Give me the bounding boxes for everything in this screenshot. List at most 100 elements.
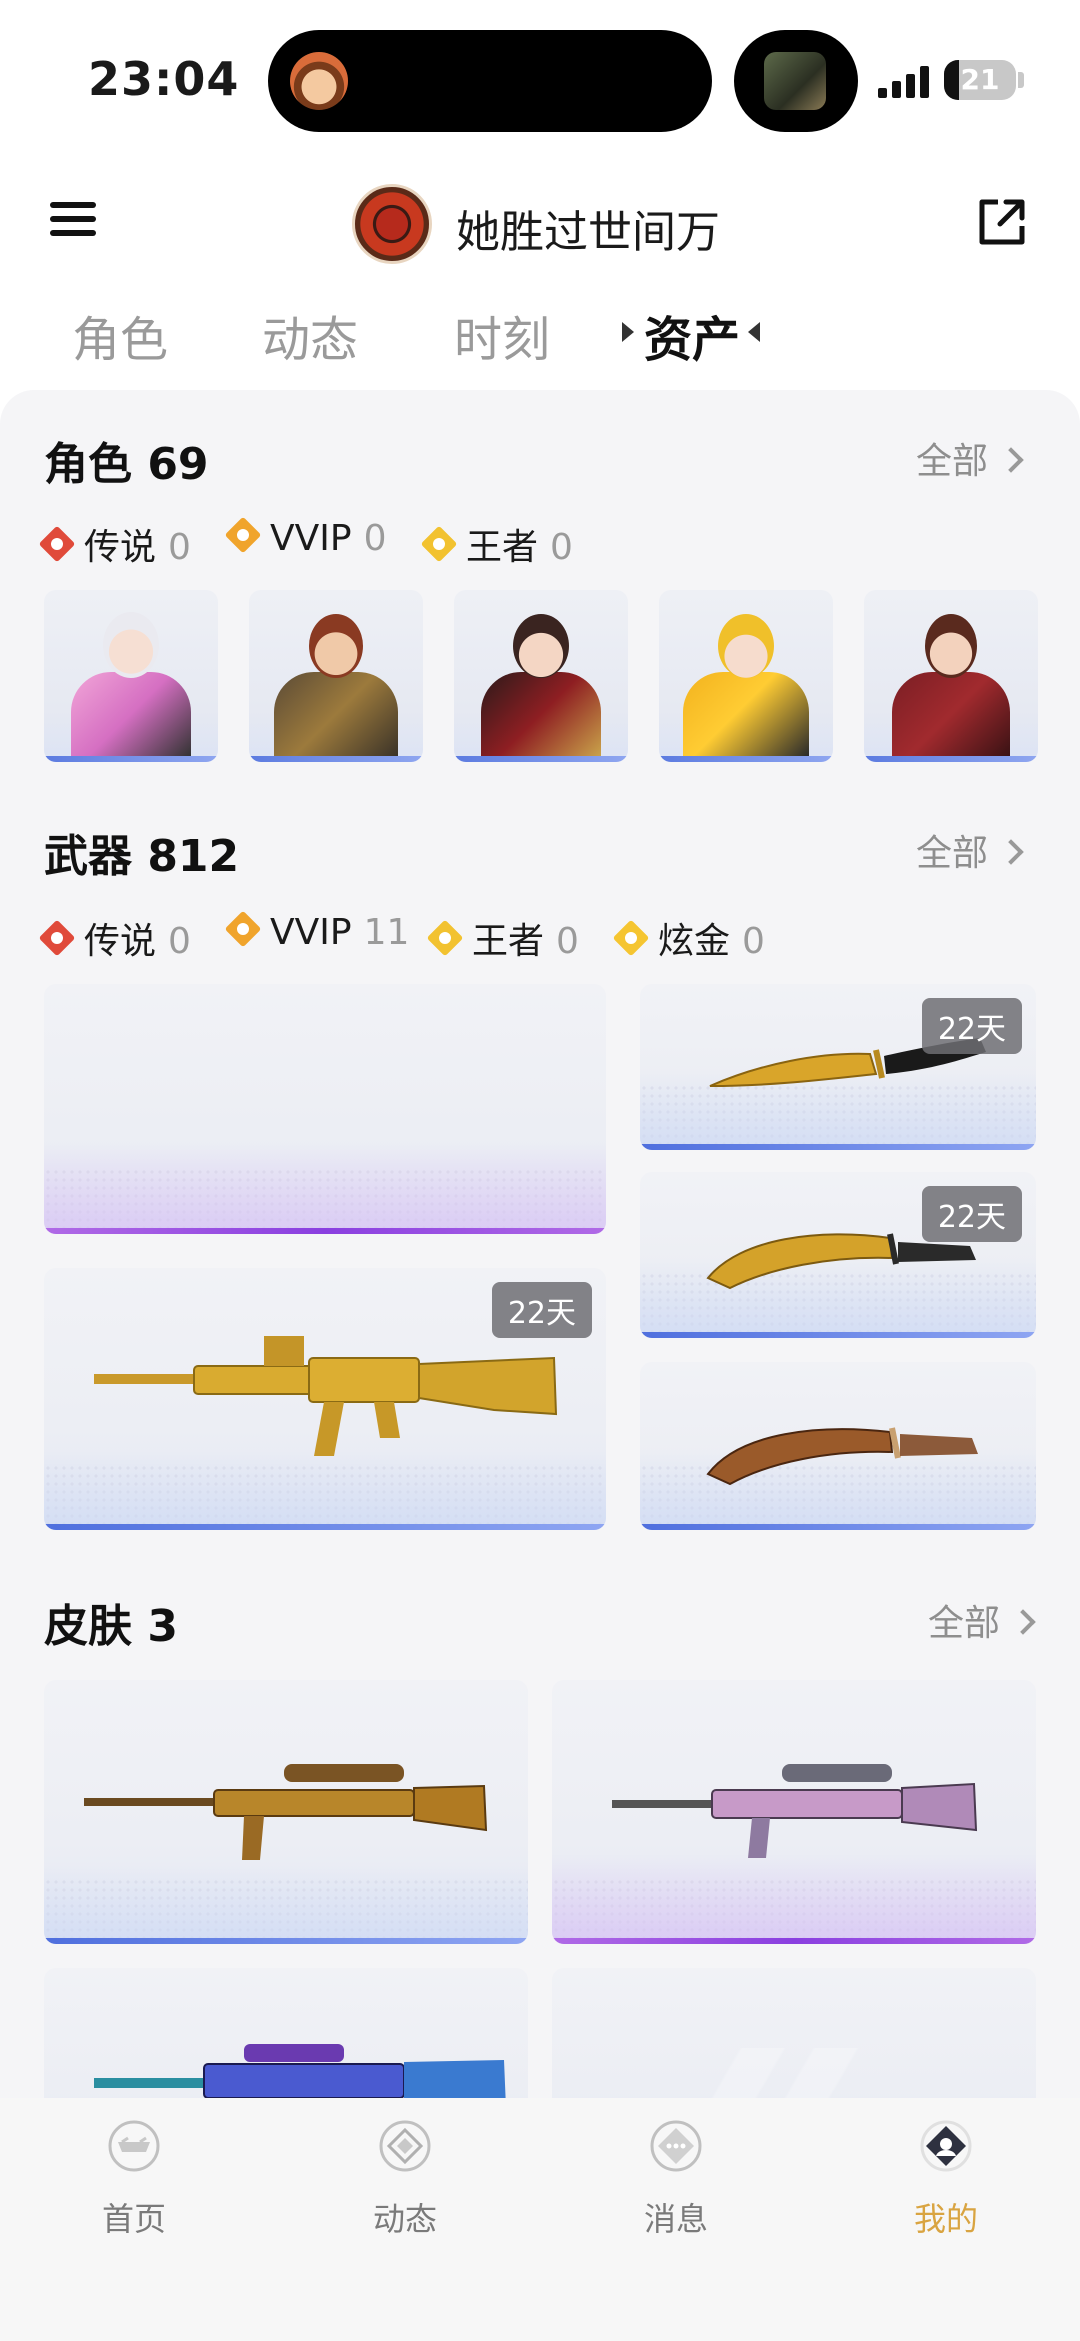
skin-card[interactable]	[44, 1968, 528, 2100]
character-portrait	[466, 606, 616, 756]
tab-indicator-left-icon	[622, 322, 634, 342]
character-card[interactable]	[864, 590, 1038, 762]
rarity-bar	[44, 1524, 606, 1530]
brand-watermark	[652, 2048, 892, 2100]
character-card[interactable]	[44, 590, 218, 762]
weapon-card-kukri[interactable]: 22天	[640, 1172, 1036, 1338]
weapon-card-knife[interactable]: 22天	[640, 984, 1036, 1150]
gold-sniper-image	[84, 1764, 488, 1860]
character-portrait	[56, 606, 206, 756]
signal-icon	[878, 62, 932, 98]
rarity-name: 王者	[472, 921, 545, 962]
rarity-bar	[659, 756, 833, 762]
chevron-right-icon	[1010, 1609, 1036, 1635]
character-card[interactable]	[454, 590, 628, 762]
weapon-card-bronze-kukri[interactable]	[640, 1362, 1036, 1530]
nav-label: 动态	[372, 2200, 437, 2238]
tab-feed[interactable]: 动态	[262, 300, 358, 370]
battery-tip	[1018, 72, 1024, 88]
skins-all-label: 全部	[928, 1603, 1001, 1644]
rarity-bar	[640, 1332, 1036, 1338]
skin-card[interactable]	[552, 1680, 1036, 1944]
tab-assets[interactable]: 资产	[644, 300, 740, 370]
message-icon	[650, 2120, 702, 2172]
weapon-card-empty[interactable]	[44, 984, 606, 1234]
rarity-name: 炫金	[658, 921, 731, 962]
expiry-badge: 22天	[491, 1282, 592, 1338]
rarity-bar	[454, 756, 628, 762]
chevron-right-icon	[998, 447, 1024, 473]
expiry-badge: 22天	[921, 998, 1022, 1054]
skins-title: 皮肤 3	[44, 1601, 178, 1652]
status-bar: 23:04 21	[0, 0, 1080, 160]
skin-card-placeholder[interactable]	[552, 1968, 1036, 2100]
pink-sniper-image	[612, 1764, 978, 1858]
character-portrait	[876, 606, 1026, 756]
rarity-legend[interactable]: 传说 0	[38, 518, 191, 570]
skin-card[interactable]	[44, 1680, 528, 1944]
nav-label: 首页	[101, 2200, 166, 2238]
rarity-king[interactable]: 王者 0	[426, 912, 579, 964]
vvip-gem-icon	[224, 910, 262, 948]
vvip-gem-icon	[224, 516, 262, 554]
rarity-bar	[864, 756, 1038, 762]
dynamic-island[interactable]	[268, 30, 712, 132]
profile-tabs: 角色 动态 时刻 资产	[0, 300, 1080, 372]
character-card[interactable]	[249, 590, 423, 762]
bottom-nav: 首页 动态 消息 我的	[0, 2098, 1080, 2341]
menu-icon[interactable]	[50, 198, 100, 240]
bronze-kukri-image	[706, 1427, 978, 1486]
home-icon	[108, 2120, 160, 2172]
nav-label: 消息	[643, 2200, 708, 2238]
feed-icon	[379, 2120, 431, 2172]
rarity-bar	[640, 1524, 1036, 1530]
rarity-count: 11	[363, 912, 410, 953]
nav-feed[interactable]: 动态	[305, 2118, 505, 2240]
tab-characters[interactable]: 角色	[72, 300, 168, 370]
rarity-count: 0	[168, 921, 191, 962]
legend-gem-icon	[38, 919, 76, 957]
rarity-name: 王者	[466, 527, 539, 568]
profile-name: 她胜过世间万	[456, 207, 720, 258]
nav-profile[interactable]: 我的	[846, 2118, 1046, 2240]
rarity-count: 0	[168, 527, 191, 568]
weapons-rarity-row: 传说 0 VVIP 11 王者 0 炫金 0	[38, 910, 1044, 964]
tab-indicator-right-icon	[748, 322, 760, 342]
nav-messages[interactable]: 消息	[576, 2118, 776, 2240]
live-activity[interactable]	[734, 30, 858, 132]
assets-panel: 角色 69 全部 传说 0 VVIP 0 王者 0 武器 812 全部 传说 0…	[0, 390, 1080, 2100]
expiry-badge: 22天	[921, 1186, 1022, 1242]
weapons-title: 武器 812	[44, 831, 240, 882]
rarity-bar	[44, 756, 218, 762]
rarity-name: VVIP	[270, 518, 352, 559]
king-gem-icon	[426, 919, 464, 957]
character-card[interactable]	[659, 590, 833, 762]
battery-icon: 21	[944, 60, 1016, 100]
weapon-card-rifle[interactable]: 22天	[44, 1268, 606, 1530]
character-portrait	[261, 606, 411, 756]
share-icon[interactable]	[976, 196, 1028, 248]
rarity-vvip[interactable]: VVIP 0	[224, 516, 387, 559]
rarity-count: 0	[742, 921, 765, 962]
rarity-count: 0	[556, 921, 579, 962]
nav-home[interactable]: 首页	[34, 2118, 234, 2240]
characters-all-label: 全部	[916, 441, 989, 482]
profile-icon	[920, 2120, 972, 2172]
nav-label: 我的	[913, 2200, 978, 2238]
rarity-king[interactable]: 王者 0	[420, 518, 573, 570]
king-gem-icon	[420, 525, 458, 563]
weapons-all-link[interactable]: 全部	[916, 824, 1024, 876]
battery-level: 21	[960, 63, 1000, 96]
rarity-name: 传说	[84, 527, 157, 568]
skins-all-link[interactable]: 全部	[928, 1594, 1036, 1646]
rarity-legend[interactable]: 传说 0	[38, 912, 191, 964]
neon-rifle-image	[94, 2044, 506, 2100]
weapons-all-label: 全部	[916, 833, 989, 874]
rarity-gold[interactable]: 炫金 0	[612, 912, 765, 964]
profile-avatar[interactable]	[352, 184, 432, 264]
characters-all-link[interactable]: 全部	[916, 432, 1024, 484]
tab-moments[interactable]: 时刻	[454, 300, 550, 370]
rarity-vvip[interactable]: VVIP 11	[224, 910, 410, 953]
rarity-count: 0	[550, 527, 573, 568]
rarity-bar	[249, 756, 423, 762]
